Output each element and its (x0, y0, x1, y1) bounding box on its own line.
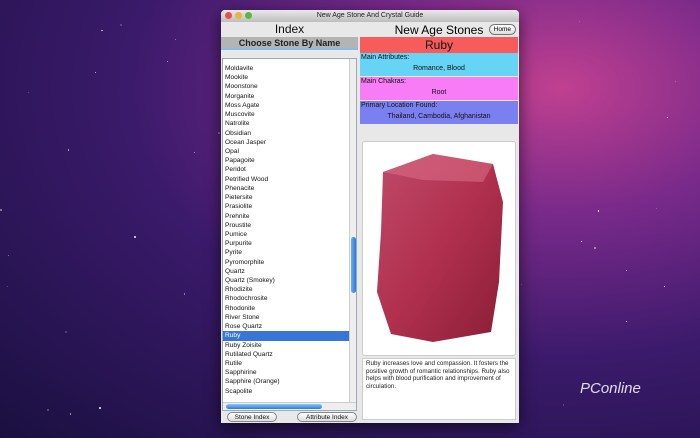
detail-panel: New Age Stones Home Ruby Main Attributes… (360, 22, 518, 423)
location-value: Thailand, Cambodia, Afghanistan (360, 110, 518, 124)
stone-list-item[interactable]: Peridot (223, 165, 356, 174)
stone-list-item[interactable]: Moldavite (223, 64, 356, 73)
index-panel: Index Choose Stone By Name Moldavite Mook… (221, 22, 358, 423)
chakras-section: Main Chakras: Root (360, 77, 518, 100)
chakras-label: Main Chakras: (360, 77, 518, 86)
stone-list-item[interactable]: Morganite (223, 92, 356, 101)
stone-list-item[interactable]: Petrified Wood (223, 175, 356, 184)
stone-name: Ruby (360, 37, 518, 53)
horizontal-scroll-thumb[interactable] (226, 404, 322, 409)
stone-list-item[interactable]: Prasiolite (223, 202, 356, 211)
close-button[interactable] (225, 12, 232, 19)
attributes-section: Main Attributes: Romance, Blood (360, 53, 518, 76)
watermark-logo: PConline (580, 380, 641, 397)
stone-list-item[interactable]: Sapphire (Orange) (223, 377, 356, 386)
stone-list-item[interactable]: Muscovite (223, 110, 356, 119)
window-title: New Age Stone And Crystal Guide (317, 12, 424, 19)
attribute-index-button[interactable]: Attribute Index (297, 412, 357, 422)
stone-list[interactable]: Moldavite Mookite Moonstone Morganite Moss A… (222, 58, 357, 411)
stone-index-button[interactable]: Stone Index (227, 412, 277, 422)
stone-list-item[interactable]: Opal (223, 147, 356, 156)
stone-list-item[interactable]: Phenacite (223, 184, 356, 193)
stone-list-item[interactable]: Scapolite (223, 387, 356, 396)
stone-list-item[interactable]: Purpurite (223, 239, 356, 248)
stone-list-item[interactable]: Pyromorphite (223, 258, 356, 267)
location-label: Primary Location Found: (360, 101, 518, 110)
index-title: Index (221, 22, 358, 37)
stone-list-item[interactable]: River Stone (223, 313, 356, 322)
stone-list-item[interactable]: Rhodochrosite (223, 294, 356, 303)
app-window: New Age Stone And Crystal Guide Index Ch… (221, 10, 519, 423)
stone-list-item[interactable]: Pietersite (223, 193, 356, 202)
stone-list-item[interactable]: Quartz (Smokey) (223, 276, 356, 285)
stone-list-item[interactable]: Proustite (223, 221, 356, 230)
zoom-button[interactable] (245, 12, 252, 19)
stone-list-item[interactable]: Rhodizite (223, 285, 356, 294)
stone-list-item[interactable]: Rose Quartz (223, 322, 356, 331)
vertical-scrollbar[interactable] (349, 59, 356, 410)
stone-image (362, 141, 516, 356)
stone-list-item[interactable]: Rhodonite (223, 304, 356, 313)
stone-list-item[interactable]: Mookite (223, 73, 356, 82)
minimize-button[interactable] (235, 12, 242, 19)
home-button[interactable]: Home (489, 24, 516, 35)
stone-list-item[interactable]: Natrolite (223, 119, 356, 128)
stone-list-item[interactable]: Prehnite (223, 212, 356, 221)
stone-list-item[interactable]: Quartz (223, 267, 356, 276)
horizontal-scrollbar[interactable] (223, 402, 356, 410)
detail-title: New Age Stones (395, 23, 484, 37)
stone-list-item[interactable]: Papagoite (223, 156, 356, 165)
attributes-label: Main Attributes: (360, 53, 518, 62)
stone-list-item[interactable]: Rutilated Quartz (223, 350, 356, 359)
stone-list-item[interactable]: Sapphirine (223, 368, 356, 377)
stone-list-item[interactable]: Rutile (223, 359, 356, 368)
chakras-value: Root (360, 86, 518, 100)
stone-list-item[interactable]: Ruby (223, 331, 356, 340)
choose-stone-header: Choose Stone By Name (221, 37, 358, 50)
scroll-thumb[interactable] (351, 237, 356, 293)
attributes-value: Romance, Blood (360, 62, 518, 76)
stone-list-item[interactable]: Moss Agate (223, 101, 356, 110)
stone-list-item[interactable]: Obsidian (223, 129, 356, 138)
stone-description: Ruby increases love and compassion. It f… (362, 358, 516, 420)
stone-list-item[interactable]: Ocean Jasper (223, 138, 356, 147)
stone-list-item[interactable]: Pyrite (223, 248, 356, 257)
stone-list-item[interactable]: Ruby Zoisite (223, 341, 356, 350)
stone-list-item[interactable]: Moonstone (223, 82, 356, 91)
title-bar: New Age Stone And Crystal Guide (221, 10, 519, 22)
stone-list-item[interactable]: Pumice (223, 230, 356, 239)
location-section: Primary Location Found: Thailand, Cambod… (360, 101, 518, 124)
